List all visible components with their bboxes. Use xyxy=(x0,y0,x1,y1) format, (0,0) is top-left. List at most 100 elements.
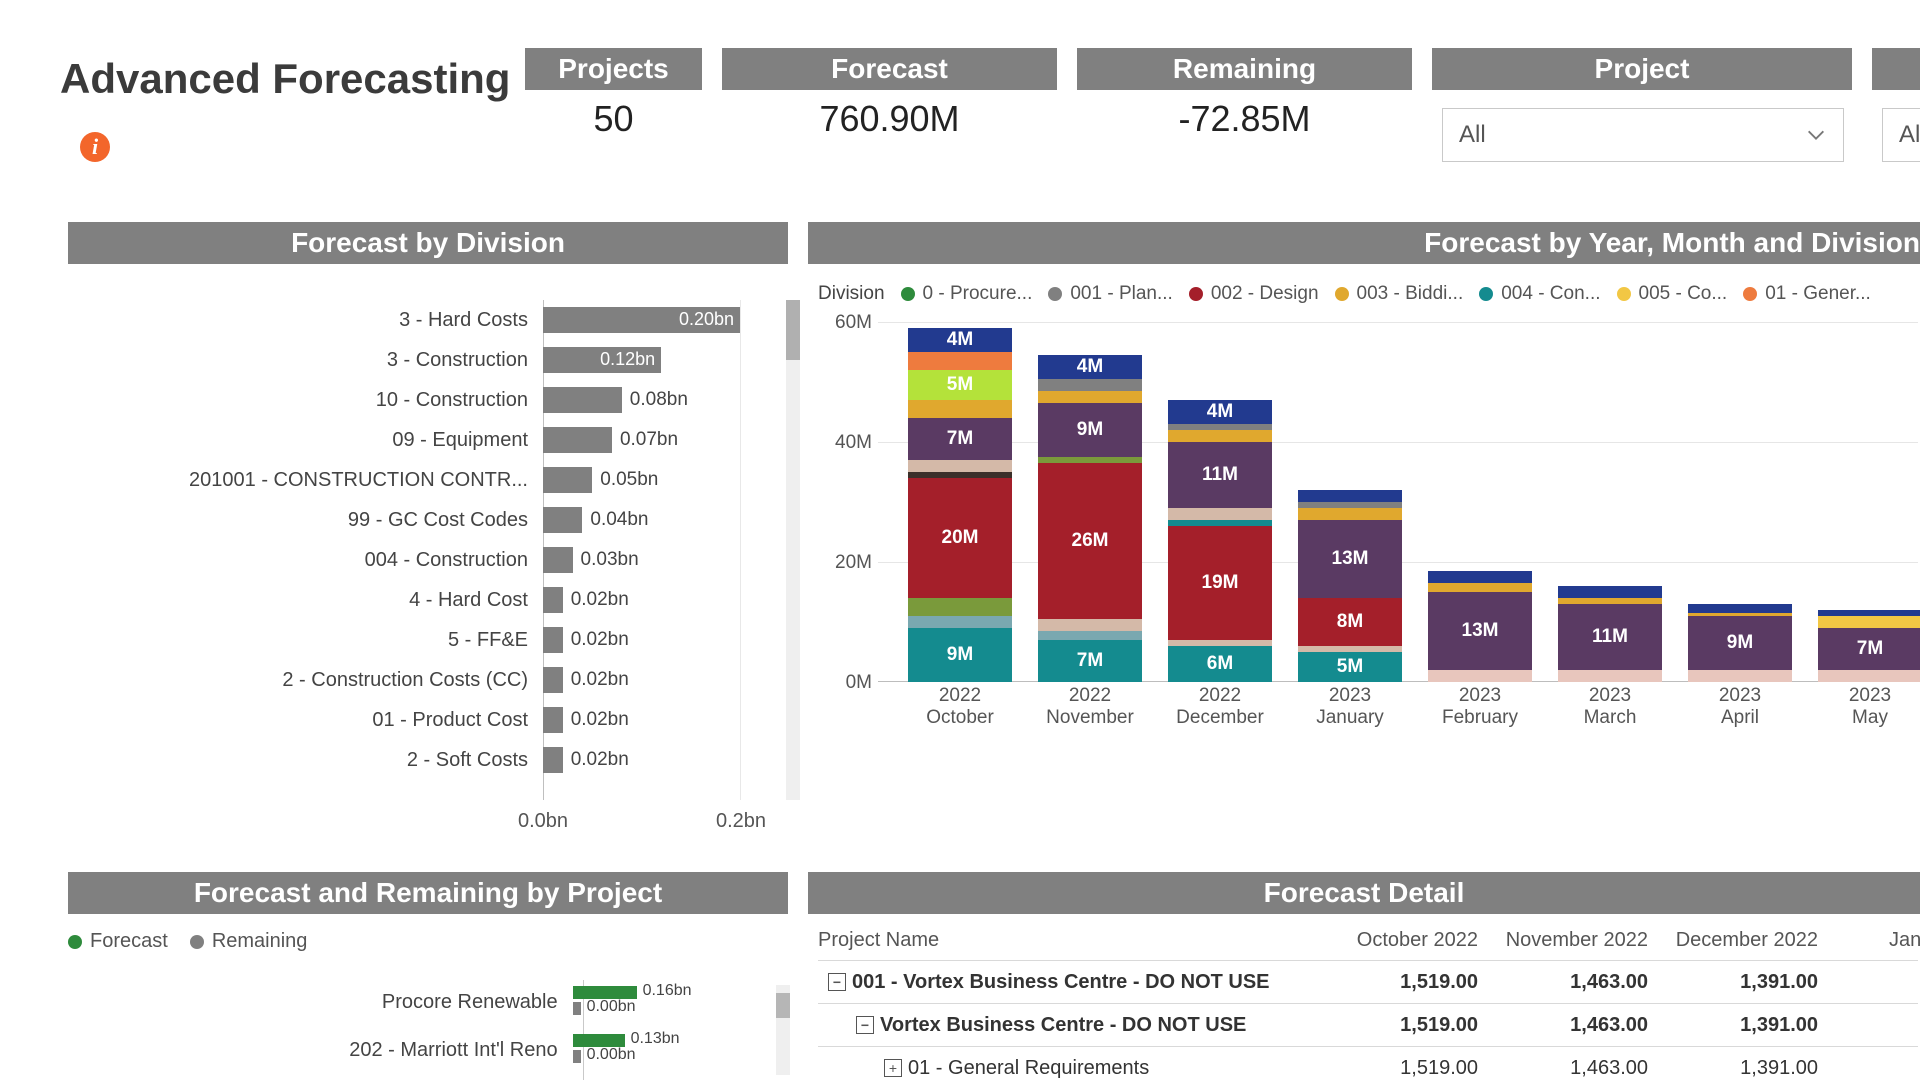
legend-item[interactable]: 002 - Design xyxy=(1189,283,1319,305)
x-category: 2023January xyxy=(1285,685,1415,729)
legend: Division 0 - Procure...001 - Plan...002 … xyxy=(818,280,1918,308)
stack-segment xyxy=(908,352,1012,370)
stack-segment: 5M xyxy=(908,370,1012,400)
stack-segment xyxy=(1558,598,1662,604)
plot-area: 0M20M40M60M9M20M7M5M4M7M26M9M4M6M19M11M4… xyxy=(878,322,1918,682)
cell: 1,30 xyxy=(1828,971,1920,994)
scrollbar[interactable] xyxy=(776,985,790,1075)
table-forecast-detail[interactable]: Project Name October 2022 November 2022 … xyxy=(818,920,1918,1080)
x-category: 2023March xyxy=(1545,685,1675,729)
stack-segment: 11M xyxy=(1168,442,1272,508)
stack-segment: 7M xyxy=(1818,628,1920,670)
stack-segment: 11M xyxy=(1558,604,1662,670)
kpi-remaining-value: -72.85M xyxy=(1077,98,1412,140)
x-category: 2022December xyxy=(1155,685,1285,729)
bar-label: 3 - Hard Costs xyxy=(68,309,543,332)
legend-dot-icon xyxy=(1479,287,1493,301)
stack-segment: 4M xyxy=(908,328,1012,352)
x-category: 2023April xyxy=(1675,685,1805,729)
legend-forecast-label: Forecast xyxy=(90,930,168,953)
slicer-2[interactable]: All xyxy=(1882,108,1920,162)
bar-remaining xyxy=(573,1050,581,1063)
project-label: Procore Renewable xyxy=(68,991,573,1014)
cell: 1,519.00 xyxy=(1318,971,1488,994)
stack-segment xyxy=(1428,670,1532,682)
bar-row[interactable]: 99 - GC Cost Codes0.04bn xyxy=(68,500,788,540)
legend-dot-icon xyxy=(1189,287,1203,301)
stack-segment: 8M xyxy=(1298,598,1402,646)
bar-row[interactable]: 3 - Construction0.12bn xyxy=(68,340,788,380)
stack-segment xyxy=(1038,631,1142,640)
stack-segment xyxy=(1688,613,1792,616)
stack-segment xyxy=(1298,508,1402,520)
bar-row[interactable]: 5 - FF&E0.02bn xyxy=(68,620,788,660)
stack-segment: 6M xyxy=(1168,646,1272,682)
bar-row[interactable]: 201001 - CONSTRUCTION CONTR...0.05bn xyxy=(68,460,788,500)
legend-item[interactable]: 0 - Procure... xyxy=(901,283,1033,305)
bar xyxy=(543,707,563,733)
cell: 1,519.00 xyxy=(1318,1014,1488,1037)
info-icon[interactable]: i xyxy=(80,132,110,162)
cell: 1,391.00 xyxy=(1658,971,1828,994)
bar-label: 01 - Product Cost xyxy=(68,709,543,732)
bar-label: 99 - GC Cost Codes xyxy=(68,509,543,532)
bar-row[interactable]: 01 - Product Cost 0.02bn xyxy=(68,700,788,740)
bar xyxy=(543,507,582,533)
x-category: 2022October xyxy=(895,685,1025,729)
bar-row[interactable]: 2 - Soft Costs0.02bn xyxy=(68,740,788,780)
scrollbar[interactable] xyxy=(786,300,800,800)
table-row[interactable]: −001 - Vortex Business Centre - DO NOT U… xyxy=(818,960,1918,1003)
xtick-0: 0.0bn xyxy=(518,810,568,833)
row-name: Vortex Business Centre - DO NOT USE xyxy=(880,1014,1246,1037)
stack-segment xyxy=(1818,610,1920,616)
cell: 1,391.00 xyxy=(1658,1014,1828,1037)
chart-forecast-remaining-project[interactable]: Procore Renewable0.16bn0.00bn202 - Marri… xyxy=(68,980,788,1080)
stack-segment: 9M xyxy=(1038,403,1142,457)
project-row[interactable]: 202 - Marriott Int'l Reno0.13bn0.00bn xyxy=(68,1028,788,1073)
slicer-2-header xyxy=(1872,48,1920,90)
legend-dot-icon xyxy=(1335,287,1349,301)
slicer-project[interactable]: All xyxy=(1442,108,1844,162)
legend-item[interactable]: 005 - Co... xyxy=(1617,283,1728,305)
scrollbar-thumb[interactable] xyxy=(786,300,800,360)
bar-label: 10 - Construction xyxy=(68,389,543,412)
remaining-value: 0.00bn xyxy=(587,998,636,1016)
stack-segment: 26M xyxy=(1038,463,1142,619)
bar-row[interactable]: 3 - Hard Costs0.20bn xyxy=(68,300,788,340)
legend-item[interactable]: 01 - Gener... xyxy=(1743,283,1871,305)
x-category: 2023May xyxy=(1805,685,1920,729)
collapse-icon[interactable]: − xyxy=(856,1016,874,1034)
bar xyxy=(543,587,563,613)
panel-header-division: Forecast by Division xyxy=(68,222,788,264)
legend-dot-icon xyxy=(1743,287,1757,301)
expand-icon[interactable]: + xyxy=(884,1059,902,1077)
stack-segment xyxy=(1298,490,1402,502)
bar-value: 0.02bn xyxy=(563,589,629,611)
bar-row[interactable]: 004 - Construction0.03bn xyxy=(68,540,788,580)
ytick: 40M xyxy=(822,432,872,454)
stack-segment xyxy=(1688,670,1792,682)
legend-item[interactable]: 001 - Plan... xyxy=(1048,283,1172,305)
bar xyxy=(543,467,592,493)
scrollbar-thumb[interactable] xyxy=(776,993,790,1018)
legend-item[interactable]: 004 - Con... xyxy=(1479,283,1600,305)
table-row[interactable]: +01 - General Requirements1,519.001,463.… xyxy=(818,1046,1918,1080)
col-dec22: December 2022 xyxy=(1658,929,1828,952)
project-row[interactable]: Procore Renewable0.16bn0.00bn xyxy=(68,980,788,1025)
stack-segment xyxy=(1558,586,1662,598)
table-header-row: Project Name October 2022 November 2022 … xyxy=(818,920,1918,960)
bar-value: 0.02bn xyxy=(563,709,629,731)
collapse-icon[interactable]: − xyxy=(828,973,846,991)
bar-row[interactable]: 4 - Hard Cost0.02bn xyxy=(68,580,788,620)
bar-row[interactable]: 10 - Construction0.08bn xyxy=(68,380,788,420)
bar-row[interactable]: 2 - Construction Costs (CC)0.02bn xyxy=(68,660,788,700)
bar-row[interactable]: 09 - Equipment0.07bn xyxy=(68,420,788,460)
chart-forecast-by-division[interactable]: 3 - Hard Costs0.20bn3 - Construction0.12… xyxy=(68,280,788,840)
bar-label: 3 - Construction xyxy=(68,349,543,372)
legend-item[interactable]: 003 - Biddi... xyxy=(1335,283,1464,305)
stack-segment xyxy=(1168,520,1272,526)
table-row[interactable]: −Vortex Business Centre - DO NOT USE 1,51… xyxy=(818,1003,1918,1046)
bar-remaining xyxy=(573,1002,581,1015)
bar-value: 0.07bn xyxy=(612,429,678,451)
chart-forecast-by-month[interactable]: Division 0 - Procure...001 - Plan...002 … xyxy=(818,280,1918,840)
